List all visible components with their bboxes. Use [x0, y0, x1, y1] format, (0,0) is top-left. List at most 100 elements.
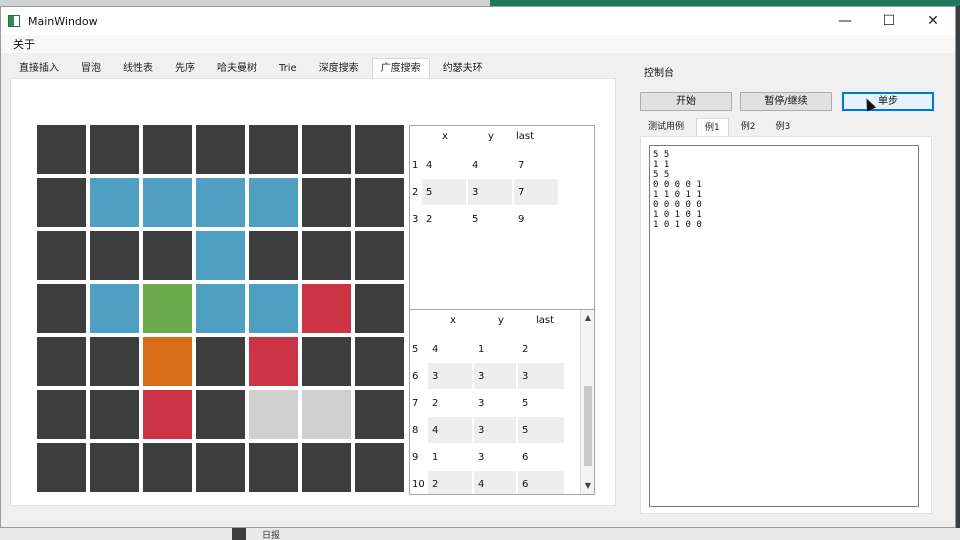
- maze-cell-wall: [90, 231, 139, 280]
- cell-last: 7: [518, 187, 525, 198]
- table-row[interactable]: 32 5 9: [410, 206, 594, 233]
- cell-last: 3: [522, 371, 529, 382]
- menu-about[interactable]: 关于: [13, 36, 35, 52]
- column-header-x: x: [442, 131, 448, 142]
- maze-cell-current: [143, 337, 192, 386]
- maze-cell-visited: [196, 284, 245, 333]
- maze-cell-wall: [355, 284, 404, 333]
- cell-y: 3: [478, 425, 485, 436]
- maze-cell-wall: [90, 443, 139, 492]
- step-button[interactable]: 单步: [842, 92, 934, 111]
- tab-4[interactable]: 哈夫曼树: [208, 58, 266, 78]
- pause-resume-button[interactable]: 暂停/继续: [740, 92, 832, 111]
- tab-1[interactable]: 冒泡: [72, 58, 110, 78]
- row-number: 8: [412, 425, 419, 436]
- cell-y: 4: [478, 479, 485, 490]
- maze-cell-queued: [249, 337, 298, 386]
- testcase-tab-1[interactable]: 例1: [696, 118, 729, 136]
- maze-cell-wall: [355, 178, 404, 227]
- table-row[interactable]: 5 4 1 2: [410, 336, 594, 363]
- app-icon: [8, 15, 20, 27]
- row-number: 9: [412, 452, 419, 463]
- maze-cell-wall: [196, 390, 245, 439]
- maze-cell-wall: [196, 125, 245, 174]
- cell-last: 7: [518, 160, 525, 171]
- tab-0[interactable]: 直接插入: [10, 58, 68, 78]
- maze-cell-wall: [143, 443, 192, 492]
- testcase-tab-3[interactable]: 例3: [767, 118, 798, 136]
- menu-bar: 关于: [1, 35, 955, 53]
- cell-last: 5: [522, 398, 529, 409]
- maze-cell-wall: [37, 125, 86, 174]
- bfs-panel: x y last 144725373259 x y last ▲ ▼ 54126…: [10, 78, 616, 506]
- maze-cell-empty: [302, 390, 351, 439]
- close-button[interactable]: ✕: [911, 7, 955, 35]
- queue-table-top: x y last 144725373259: [409, 125, 595, 311]
- maze-cell-wall: [302, 178, 351, 227]
- maze-cell-wall: [196, 443, 245, 492]
- table-row[interactable]: 25 3 7: [410, 179, 594, 206]
- table-row[interactable]: 1447: [410, 152, 594, 179]
- cell-y: 1: [478, 344, 485, 355]
- cell-y: 3: [478, 452, 485, 463]
- maze-cell-wall: [302, 443, 351, 492]
- row-number: 5: [412, 344, 419, 355]
- cell-x: 4: [432, 425, 439, 436]
- column-header-x: x: [450, 315, 456, 326]
- window-title: MainWindow: [28, 14, 98, 28]
- table-row[interactable]: 7 2 3 5: [410, 390, 594, 417]
- queue-table-bottom: x y last ▲ ▼ 5 4 1 2 6 3 3 3 7 2 3 5 8 4 3 5 9 1 3 6 10 2 4 6: [409, 309, 595, 495]
- table-row[interactable]: 6 3 3 3: [410, 363, 594, 390]
- control-panel-title: 控制台: [644, 68, 674, 79]
- maze-cell-wall: [249, 125, 298, 174]
- row-number: 6: [412, 371, 419, 382]
- tab-6[interactable]: 深度搜索: [310, 58, 368, 78]
- minimize-button[interactable]: —: [823, 7, 867, 35]
- maze-cell-wall: [355, 390, 404, 439]
- tab-5[interactable]: Trie: [270, 58, 306, 78]
- cell-y: 3: [478, 371, 485, 382]
- tab-2[interactable]: 线性表: [114, 58, 162, 78]
- start-button[interactable]: 开始: [640, 92, 732, 111]
- maze-cell-empty: [249, 390, 298, 439]
- scroll-up-icon[interactable]: ▲: [581, 312, 594, 324]
- maze-cell-start: [143, 284, 192, 333]
- maze-cell-wall: [90, 390, 139, 439]
- cell-last: 5: [522, 425, 529, 436]
- title-bar: MainWindow — ☐ ✕: [1, 7, 955, 35]
- maze-cell-wall: [302, 337, 351, 386]
- cell-x: 2: [432, 479, 439, 490]
- maze-cell-wall: [37, 284, 86, 333]
- maze-cell-wall: [302, 125, 351, 174]
- cell-y: 5: [472, 214, 479, 225]
- maze-cell-wall: [90, 337, 139, 386]
- row-number: 1: [412, 160, 419, 171]
- taskbar-bottom: 日报: [0, 528, 960, 540]
- maze-cell-wall: [143, 125, 192, 174]
- testcase-tab-2[interactable]: 例2: [733, 118, 764, 136]
- maze-cell-wall: [196, 337, 245, 386]
- testcase-input[interactable]: 5 5 1 1 5 5 0 0 0 0 1 1 1 0 1 1 0 0 0 0 …: [649, 145, 919, 507]
- cell-x: 4: [432, 344, 439, 355]
- maze-cell-visited: [196, 231, 245, 280]
- maze-cell-wall: [302, 231, 351, 280]
- tab-7[interactable]: 广度搜索: [371, 58, 430, 78]
- table-row[interactable]: 10 2 4 6: [410, 471, 594, 494]
- table-row[interactable]: 8 4 3 5: [410, 417, 594, 444]
- maze-cell-wall: [355, 443, 404, 492]
- maze-cell-wall: [37, 178, 86, 227]
- taskbar-label[interactable]: 日报: [262, 528, 280, 540]
- window-controls: — ☐ ✕: [823, 7, 955, 35]
- maximize-button[interactable]: ☐: [867, 7, 911, 35]
- cell-last: 6: [522, 479, 529, 490]
- maze-cell-wall: [249, 231, 298, 280]
- testcase-tab-0[interactable]: 测试用例: [640, 118, 692, 136]
- taskbar-item[interactable]: [232, 528, 246, 540]
- tab-3[interactable]: 先序: [166, 58, 204, 78]
- row-number: 10: [412, 479, 425, 490]
- cell-x: 2: [426, 214, 433, 225]
- column-header-last: last: [516, 131, 535, 142]
- tab-8[interactable]: 约瑟夫环: [434, 58, 492, 78]
- maze-grid: [37, 125, 407, 495]
- table-row[interactable]: 9 1 3 6: [410, 444, 594, 471]
